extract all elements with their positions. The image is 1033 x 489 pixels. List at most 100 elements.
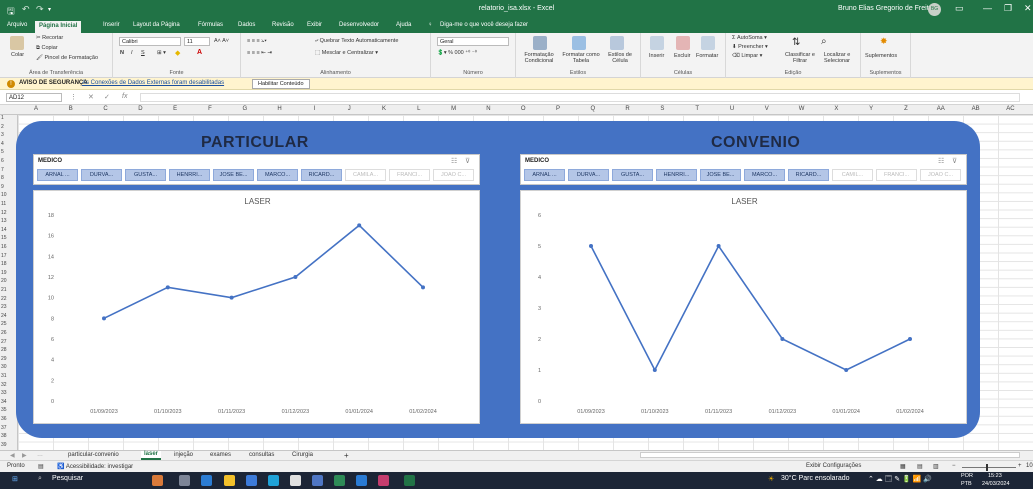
row-header-38[interactable]: 38 — [1, 433, 7, 439]
slicer-item[interactable]: DURVA... — [568, 169, 609, 181]
enter-icon[interactable]: ✓ — [104, 93, 110, 101]
column-header-Q[interactable]: Q — [583, 106, 603, 112]
tab-arquivo[interactable]: Arquivo — [7, 22, 27, 28]
merge-center-button[interactable]: ⬚ Mesclar e Centralizar ▾ — [315, 50, 378, 56]
row-header-37[interactable]: 37 — [1, 425, 7, 431]
prev-sheet-icon[interactable]: ◀ — [10, 452, 15, 459]
fill-button[interactable]: ⬇ Preencher ▾ — [732, 44, 768, 50]
excel-taskbar-icon[interactable] — [404, 475, 415, 486]
insert-function-icon[interactable]: fx — [122, 93, 127, 100]
next-sheet-icon[interactable]: ▶ — [22, 452, 27, 459]
row-header-21[interactable]: 21 — [1, 287, 7, 293]
row-header-33[interactable]: 33 — [1, 390, 7, 396]
enable-content-button[interactable]: Habilitar Conteúdo — [252, 79, 310, 89]
data-point[interactable] — [589, 244, 593, 248]
row-header-26[interactable]: 26 — [1, 330, 7, 336]
slicer-item[interactable]: GUSTA... — [125, 169, 166, 181]
column-header-Y[interactable]: Y — [861, 106, 881, 112]
column-header-AA[interactable]: AA — [931, 106, 951, 112]
mail-icon[interactable] — [201, 475, 212, 486]
weather-text[interactable]: 30°C Parc ensolarado — [781, 475, 850, 482]
avatar[interactable]: BG — [928, 3, 941, 16]
accessibility-status[interactable]: ♿ Acessibilidade: investigar — [57, 463, 133, 470]
column-header-F[interactable]: F — [200, 106, 220, 112]
column-header-E[interactable]: E — [165, 106, 185, 112]
language-indicator[interactable]: POR — [961, 473, 973, 479]
format-as-table-button[interactable]: Formatar como Tabela — [560, 52, 602, 64]
conditional-formatting-icon[interactable] — [533, 36, 547, 50]
row-header-1[interactable]: 1 — [1, 115, 4, 121]
tab-ajuda[interactable]: Ajuda — [396, 22, 411, 28]
cut-button[interactable]: ✂ Recortar — [36, 35, 63, 41]
slicer-item[interactable]: DURVA... — [81, 169, 122, 181]
italic-button[interactable]: I — [131, 50, 133, 56]
number-format-icons[interactable]: 💲▾ % 000 ⁺⁰ ⁻⁰ — [437, 50, 477, 56]
ribbon-display-icon[interactable]: ▭ — [955, 3, 964, 14]
cancel-icon[interactable]: ✕ — [88, 93, 94, 101]
column-header-L[interactable]: L — [409, 106, 429, 112]
autosum-button[interactable]: Σ AutoSoma ▾ — [732, 35, 767, 41]
find-select-button[interactable]: Localizar e Selecionar — [816, 52, 858, 64]
column-header-O[interactable]: O — [513, 106, 533, 112]
column-header-Z[interactable]: Z — [896, 106, 916, 112]
sheet-tab-injecao[interactable]: injeção — [174, 452, 193, 458]
align-left-icons[interactable]: ≡ ≡ ≡ ⇤ ⇥ — [247, 50, 272, 56]
row-header-10[interactable]: 10 — [1, 192, 7, 198]
tab-revisao[interactable]: Revisão — [272, 22, 294, 28]
row-header-29[interactable]: 29 — [1, 356, 7, 362]
slicer-item[interactable]: CAMIL... — [832, 169, 873, 181]
slicer-item[interactable]: MARCO... — [744, 169, 785, 181]
column-header-X[interactable]: X — [826, 106, 846, 112]
paste-icon[interactable] — [10, 36, 24, 50]
cell-styles-button[interactable]: Estilos de Célula — [602, 52, 638, 64]
column-header-AB[interactable]: AB — [966, 106, 986, 112]
slicer-item[interactable]: GUSTA... — [612, 169, 653, 181]
file-explorer-icon[interactable] — [224, 475, 235, 486]
slicer-item[interactable]: CAMILA... — [345, 169, 386, 181]
slicer-item[interactable]: JOAO C... — [433, 169, 474, 181]
data-point[interactable] — [357, 223, 362, 228]
row-header-6[interactable]: 6 — [1, 158, 4, 164]
more-sheets-icon[interactable]: … — [37, 452, 43, 458]
slicer-item[interactable]: RICARD... — [788, 169, 829, 181]
row-header-30[interactable]: 30 — [1, 364, 7, 370]
font-color-icon[interactable]: A — [197, 49, 202, 56]
column-header-W[interactable]: W — [792, 106, 812, 112]
slicer-item[interactable]: FRANCI... — [876, 169, 917, 181]
sheet-tab-cirurgia[interactable]: Cirurgia — [292, 452, 313, 458]
task-view-icon[interactable] — [179, 475, 190, 486]
row-header-3[interactable]: 3 — [1, 132, 4, 138]
column-header-I[interactable]: I — [304, 106, 324, 112]
laser-chart-convenio[interactable]: LASER 0 1 2 3 4 5 6 01/09/2023 01/10/2023 01/11/20… — [520, 190, 967, 424]
row-header-2[interactable]: 2 — [1, 124, 4, 130]
widgets-icon[interactable] — [152, 475, 163, 486]
macro-record-icon[interactable]: ▤ — [38, 463, 44, 470]
data-point[interactable] — [844, 368, 849, 372]
clock-date[interactable]: 24/03/2024 — [982, 481, 1010, 487]
add-sheet-button[interactable]: + — [344, 451, 349, 460]
column-header-K[interactable]: K — [374, 106, 394, 112]
row-header-14[interactable]: 14 — [1, 227, 7, 233]
row-header-11[interactable]: 11 — [1, 201, 6, 207]
row-header-18[interactable]: 18 — [1, 261, 7, 267]
maximize-icon[interactable]: ❐ — [1004, 3, 1012, 14]
underline-button[interactable]: S — [141, 50, 145, 56]
sheet-tab-laser[interactable]: laser — [141, 451, 162, 460]
row-header-5[interactable]: 5 — [1, 149, 4, 155]
user-name[interactable]: Bruno Elias Gregorio de Freitas — [838, 5, 936, 12]
slicer-item[interactable]: HENRRI... — [169, 169, 210, 181]
clock-time[interactable]: 15:23 — [988, 473, 1002, 479]
column-header-S[interactable]: S — [652, 106, 672, 112]
column-header-U[interactable]: U — [722, 106, 742, 112]
store-icon[interactable] — [246, 475, 257, 486]
minimize-icon[interactable]: — — [983, 3, 992, 13]
security-message[interactable]: As Conexões de Dados Externas foram desa… — [82, 80, 224, 86]
zoom-slider[interactable] — [962, 467, 1016, 468]
copy-button[interactable]: ⧉ Copiar — [36, 45, 58, 52]
find-select-icon[interactable]: ⌕ — [821, 36, 827, 47]
zoom-in-icon[interactable]: + — [1018, 463, 1022, 469]
horizontal-scrollbar[interactable] — [640, 452, 1020, 458]
data-point[interactable] — [293, 275, 298, 279]
app-icon[interactable] — [312, 475, 323, 486]
column-header-G[interactable]: G — [235, 106, 255, 112]
